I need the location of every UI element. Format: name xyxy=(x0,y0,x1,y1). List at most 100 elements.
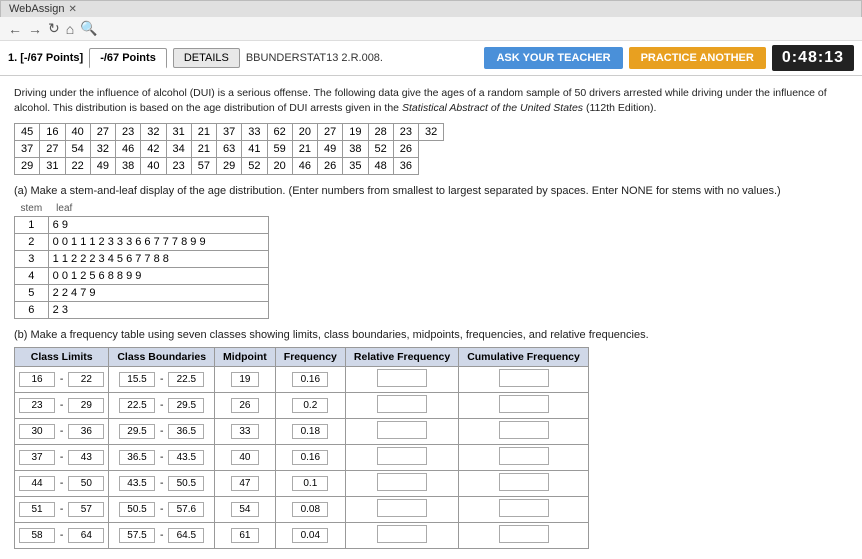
midpoint-input[interactable] xyxy=(231,372,259,387)
cumulative-frequency-cell[interactable] xyxy=(459,523,589,549)
frequency-cell[interactable] xyxy=(275,445,345,471)
class-limits-cell[interactable]: - xyxy=(15,445,109,471)
rel-freq-blank[interactable] xyxy=(377,447,427,465)
boundary-low-input[interactable] xyxy=(119,424,155,439)
frequency-input[interactable] xyxy=(292,528,328,543)
frequency-input[interactable] xyxy=(292,372,328,387)
midpoint-cell[interactable] xyxy=(215,471,276,497)
frequency-input[interactable] xyxy=(292,476,328,491)
practice-another-button[interactable]: PRACTICE ANOTHER xyxy=(629,47,766,69)
class-high-input[interactable] xyxy=(68,528,104,543)
forward-button[interactable]: → xyxy=(28,21,42,37)
tab-details[interactable]: DETAILS xyxy=(173,48,240,68)
class-low-input[interactable] xyxy=(19,398,55,413)
leaf-input[interactable] xyxy=(48,234,268,251)
midpoint-cell[interactable] xyxy=(215,419,276,445)
midpoint-cell[interactable] xyxy=(215,393,276,419)
relative-frequency-cell[interactable] xyxy=(345,523,458,549)
midpoint-input[interactable] xyxy=(231,398,259,413)
cum-freq-blank[interactable] xyxy=(499,447,549,465)
rel-freq-blank[interactable] xyxy=(377,473,427,491)
leaf-input-field[interactable] xyxy=(53,287,263,299)
home-button[interactable]: ⌂ xyxy=(66,21,74,37)
leaf-input[interactable] xyxy=(48,268,268,285)
rel-freq-blank[interactable] xyxy=(377,421,427,439)
leaf-input-field[interactable] xyxy=(53,236,263,248)
class-boundaries-cell[interactable]: - xyxy=(109,523,215,549)
class-high-input[interactable] xyxy=(68,398,104,413)
midpoint-cell[interactable] xyxy=(215,445,276,471)
class-low-input[interactable] xyxy=(19,450,55,465)
boundary-low-input[interactable] xyxy=(119,528,155,543)
cum-freq-blank[interactable] xyxy=(499,369,549,387)
frequency-input[interactable] xyxy=(292,398,328,413)
frequency-cell[interactable] xyxy=(275,471,345,497)
relative-frequency-cell[interactable] xyxy=(345,497,458,523)
midpoint-input[interactable] xyxy=(231,528,259,543)
frequency-cell[interactable] xyxy=(275,419,345,445)
class-limits-cell[interactable]: - xyxy=(15,367,109,393)
boundary-low-input[interactable] xyxy=(119,476,155,491)
leaf-input-field[interactable] xyxy=(53,270,263,282)
class-boundaries-cell[interactable]: - xyxy=(109,445,215,471)
class-boundaries-cell[interactable]: - xyxy=(109,497,215,523)
rel-freq-blank[interactable] xyxy=(377,369,427,387)
tab-points[interactable]: -/67 Points xyxy=(89,48,167,69)
boundary-high-input[interactable] xyxy=(168,372,204,387)
relative-frequency-cell[interactable] xyxy=(345,471,458,497)
refresh-button[interactable]: ↻ xyxy=(48,20,60,37)
class-boundaries-cell[interactable]: - xyxy=(109,393,215,419)
midpoint-input[interactable] xyxy=(231,450,259,465)
frequency-input[interactable] xyxy=(292,424,328,439)
class-limits-cell[interactable]: - xyxy=(15,523,109,549)
frequency-cell[interactable] xyxy=(275,497,345,523)
cum-freq-blank[interactable] xyxy=(499,473,549,491)
class-low-input[interactable] xyxy=(19,424,55,439)
class-high-input[interactable] xyxy=(68,450,104,465)
ask-teacher-button[interactable]: ASK YOUR TEACHER xyxy=(484,47,622,69)
leaf-input[interactable] xyxy=(48,285,268,302)
class-low-input[interactable] xyxy=(19,502,55,517)
close-icon[interactable]: ✕ xyxy=(68,4,76,15)
boundary-high-input[interactable] xyxy=(168,502,204,517)
midpoint-input[interactable] xyxy=(231,424,259,439)
boundary-low-input[interactable] xyxy=(119,450,155,465)
leaf-input[interactable] xyxy=(48,302,268,319)
cumulative-frequency-cell[interactable] xyxy=(459,471,589,497)
cumulative-frequency-cell[interactable] xyxy=(459,393,589,419)
cum-freq-blank[interactable] xyxy=(499,395,549,413)
midpoint-input[interactable] xyxy=(231,476,259,491)
cum-freq-blank[interactable] xyxy=(499,421,549,439)
boundary-low-input[interactable] xyxy=(119,372,155,387)
relative-frequency-cell[interactable] xyxy=(345,419,458,445)
class-low-input[interactable] xyxy=(19,372,55,387)
class-high-input[interactable] xyxy=(68,372,104,387)
boundary-high-input[interactable] xyxy=(168,398,204,413)
class-limits-cell[interactable]: - xyxy=(15,497,109,523)
search-button[interactable]: 🔍 xyxy=(80,20,97,37)
boundary-high-input[interactable] xyxy=(168,450,204,465)
frequency-input[interactable] xyxy=(292,450,328,465)
boundary-high-input[interactable] xyxy=(168,476,204,491)
leaf-input[interactable] xyxy=(48,217,268,234)
boundary-high-input[interactable] xyxy=(168,424,204,439)
midpoint-cell[interactable] xyxy=(215,523,276,549)
cumulative-frequency-cell[interactable] xyxy=(459,445,589,471)
leaf-input[interactable] xyxy=(48,251,268,268)
boundary-low-input[interactable] xyxy=(119,398,155,413)
class-high-input[interactable] xyxy=(68,476,104,491)
class-boundaries-cell[interactable]: - xyxy=(109,471,215,497)
boundary-low-input[interactable] xyxy=(119,502,155,517)
cumulative-frequency-cell[interactable] xyxy=(459,367,589,393)
class-limits-cell[interactable]: - xyxy=(15,419,109,445)
relative-frequency-cell[interactable] xyxy=(345,367,458,393)
leaf-input-field[interactable] xyxy=(53,304,263,316)
class-high-input[interactable] xyxy=(68,502,104,517)
back-button[interactable]: ← xyxy=(8,21,22,37)
frequency-cell[interactable] xyxy=(275,393,345,419)
class-boundaries-cell[interactable]: - xyxy=(109,367,215,393)
boundary-high-input[interactable] xyxy=(168,528,204,543)
relative-frequency-cell[interactable] xyxy=(345,393,458,419)
midpoint-cell[interactable] xyxy=(215,497,276,523)
frequency-cell[interactable] xyxy=(275,367,345,393)
